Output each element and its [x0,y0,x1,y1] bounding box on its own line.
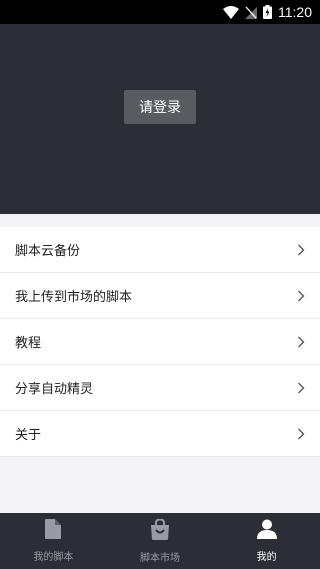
tab-label: 我的脚本 [33,552,74,563]
tab-label: 我的 [256,552,277,563]
menu-item-about[interactable]: 关于 [0,411,320,457]
menu-item-my-uploaded-scripts[interactable]: 我上传到市场的脚本 [0,273,320,319]
tab-script-market[interactable]: 脚本市场 [107,513,214,569]
chevron-right-icon [297,290,305,302]
menu-item-label: 分享自动精灵 [15,382,94,397]
menu-item-cloud-backup[interactable]: 脚本云备份 [0,227,320,273]
status-time: 11:20 [278,4,312,20]
menu-item-label: 教程 [15,336,42,351]
menu-item-label: 我上传到市场的脚本 [15,290,133,305]
document-icon [45,519,62,543]
tab-my-scripts[interactable]: 我的脚本 [0,513,107,569]
menu-item-tutorial[interactable]: 教程 [0,319,320,365]
chevron-right-icon [297,382,305,394]
battery-charging-icon [263,5,272,19]
menu-item-label: 脚本云备份 [15,244,81,259]
tab-label: 脚本市场 [140,552,180,564]
signal-icon [245,6,257,19]
tab-profile[interactable]: 我的 [213,513,320,569]
chevron-right-icon [297,428,305,440]
menu-item-share[interactable]: 分享自动精灵 [0,365,320,411]
wifi-icon [223,5,239,19]
login-button[interactable]: 请登录 [124,90,196,124]
shopping-bag-icon [150,517,170,544]
chevron-right-icon [297,336,305,348]
menu-item-label: 关于 [15,428,42,443]
bottom-nav: 我的脚本 脚本市场 我的 [0,513,320,569]
status-bar: 11:20 [0,0,320,24]
settings-menu: 脚本云备份 我上传到市场的脚本 教程 分享自动精灵 关于 [0,227,320,457]
chevron-right-icon [297,244,305,256]
profile-header: 请登录 [0,24,320,214]
user-icon [256,519,277,543]
